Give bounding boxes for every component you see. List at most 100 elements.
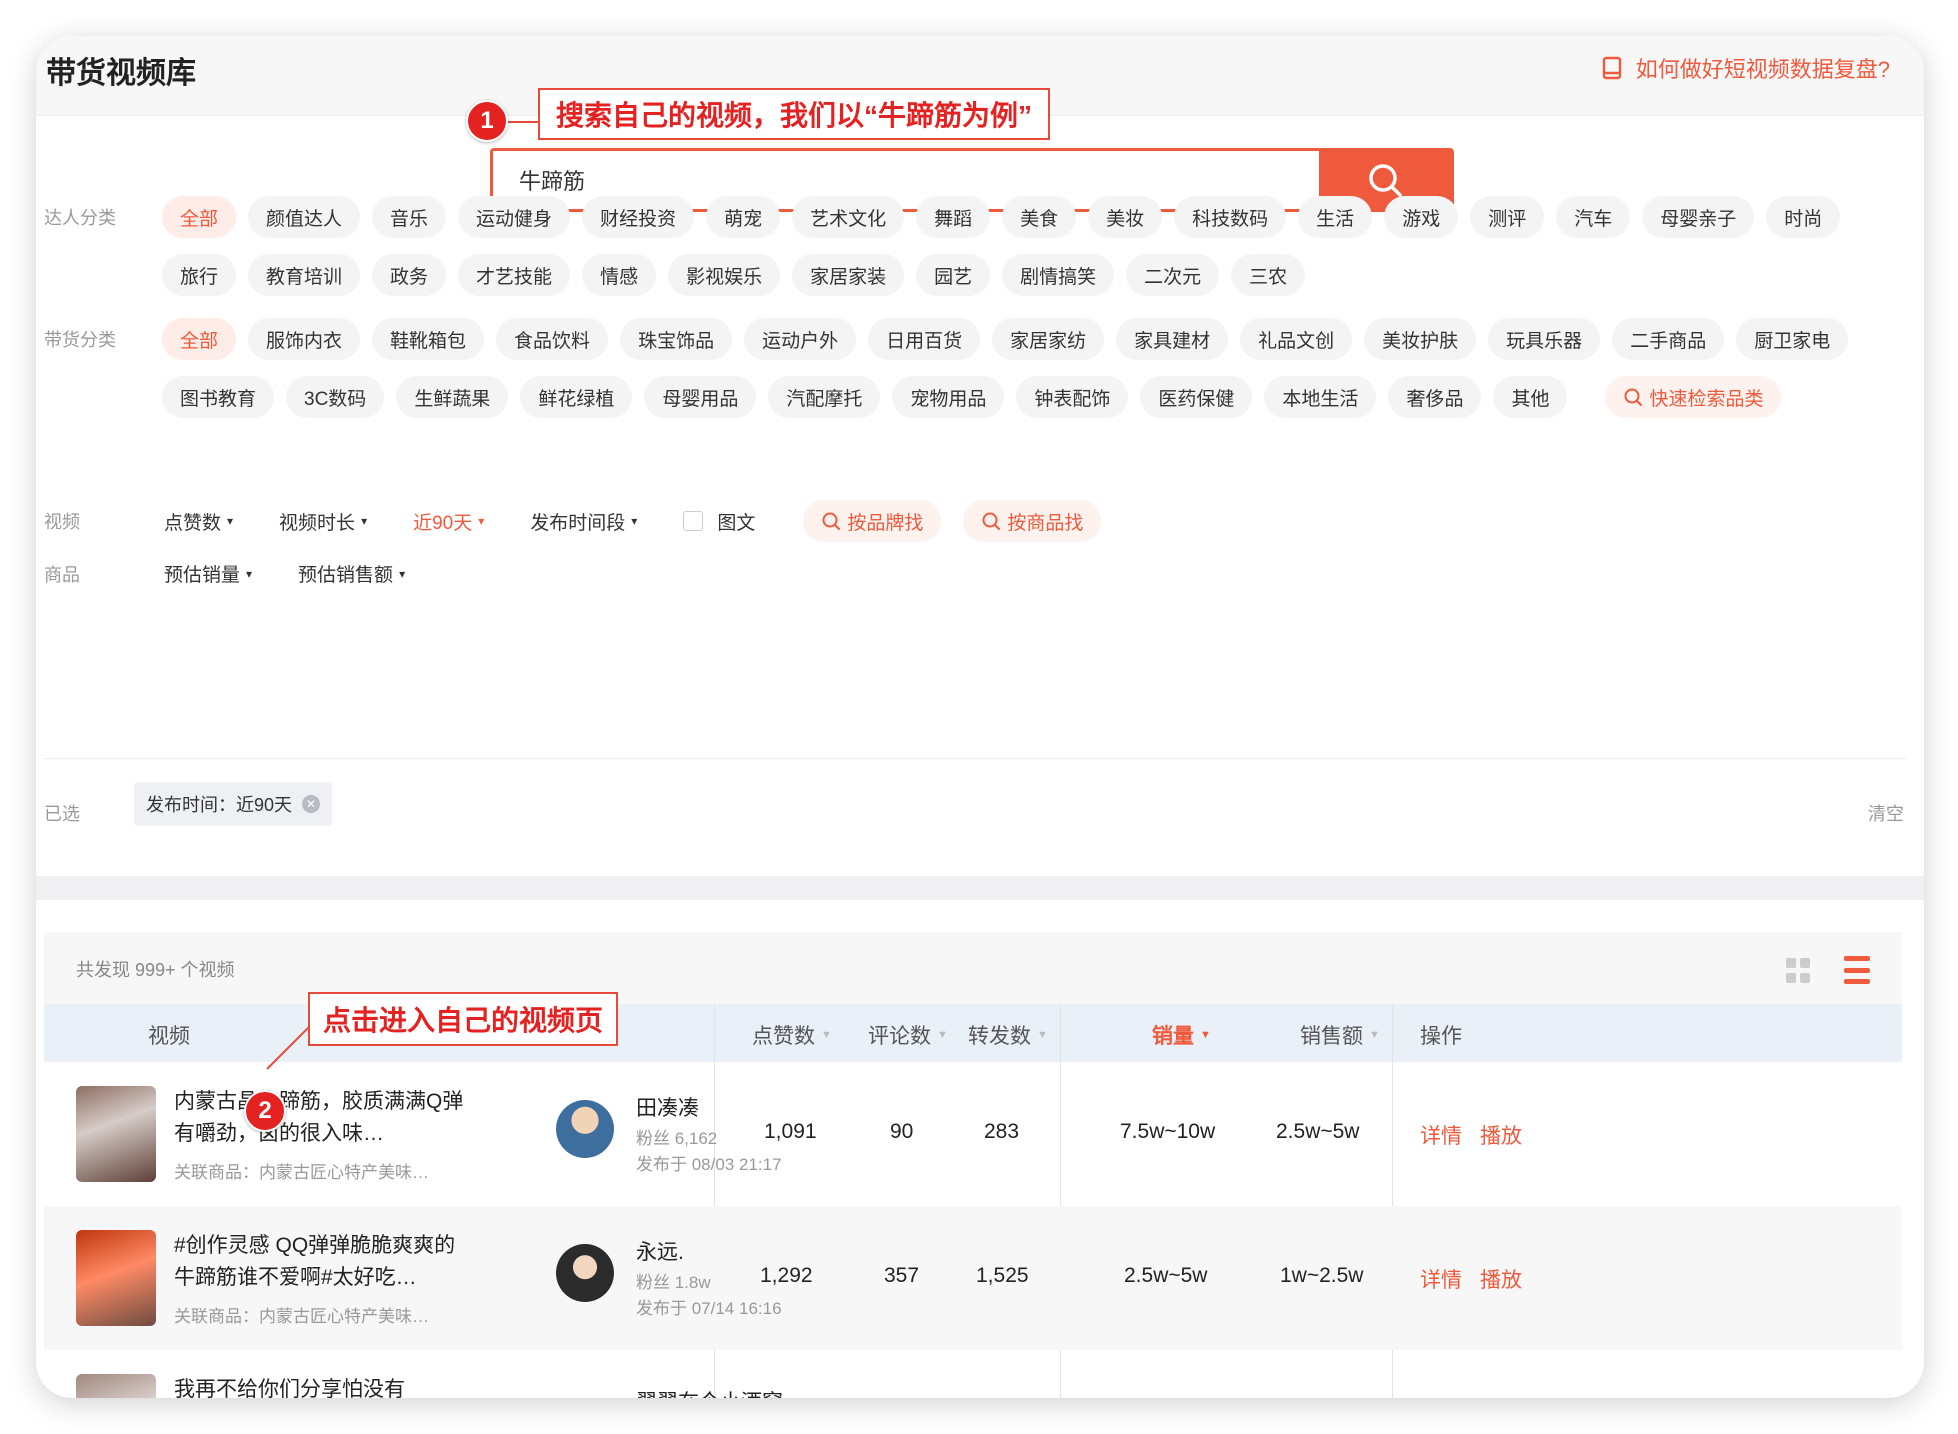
video-title[interactable]: #创作灵感 QQ弹弹脆脆爽爽的牛蹄筋谁不爱啊#太好吃… [174, 1230, 464, 1294]
goods-category-chip[interactable]: 鞋靴箱包 [372, 318, 485, 360]
grid-view-icon[interactable] [1786, 958, 1812, 984]
creator-category-chip[interactable]: 三农 [1231, 254, 1306, 296]
avatar[interactable] [556, 1244, 614, 1302]
goods-category-chip[interactable]: 家具建材 [1116, 318, 1229, 360]
goods-category-chip[interactable]: 玩具乐器 [1488, 318, 1601, 360]
goods-category-chip[interactable]: 服饰内衣 [248, 318, 361, 360]
creator-category-chip[interactable]: 汽车 [1556, 196, 1631, 238]
column-header-revenue[interactable]: 销售额 ▼ [1300, 1020, 1380, 1050]
creator-category-chip[interactable]: 母婴亲子 [1642, 196, 1755, 238]
image-text-checkbox[interactable] [683, 511, 704, 531]
creator-category-chip[interactable]: 时尚 [1766, 196, 1841, 238]
creator-category-chip[interactable]: 美食 [1002, 196, 1077, 238]
clear-filters-button[interactable]: 清空 [1868, 800, 1904, 826]
goods-category-chip[interactable]: 图书教育 [162, 376, 275, 418]
video-thumbnail[interactable] [76, 1374, 156, 1398]
column-header-shares[interactable]: 转发数 ▼ [968, 1020, 1048, 1050]
creator-category-chip[interactable]: 萌宠 [706, 196, 781, 238]
column-header-label: 转发数 [968, 1025, 1031, 1048]
publish-slot-dropdown[interactable]: 发布时间段 ▾ [530, 508, 637, 535]
period-dropdown[interactable]: 近90天 ▾ [413, 508, 484, 535]
remove-filter-icon[interactable]: ✕ [302, 795, 321, 813]
goods-category-chip[interactable]: 宠物用品 [892, 376, 1005, 418]
creator-category-chip[interactable]: 家居家装 [792, 254, 905, 296]
creator-category-chip[interactable]: 财经投资 [582, 196, 695, 238]
goods-category-chip[interactable]: 本地生活 [1264, 376, 1377, 418]
creator-category-chip[interactable]: 旅行 [162, 254, 237, 296]
creator-category-chip[interactable]: 园艺 [916, 254, 991, 296]
creator-category-chip[interactable]: 科技数码 [1174, 196, 1287, 238]
est-sales-dropdown[interactable]: 预估销量 ▾ [164, 560, 252, 587]
goods-category-chip[interactable]: 美妆护肤 [1364, 318, 1477, 360]
duration-dropdown[interactable]: 视频时长 ▾ [279, 508, 367, 535]
creator-category-chip[interactable]: 舞蹈 [916, 196, 991, 238]
creator-name[interactable]: 永远. [636, 1236, 684, 1266]
book-icon [1602, 56, 1621, 80]
quick-category-search-label: 快速检索品类 [1649, 388, 1764, 410]
creator-name[interactable]: 田凑凑 [636, 1092, 699, 1122]
column-header-sales[interactable]: 销量 ▼ [1152, 1020, 1211, 1050]
goods-category-chip[interactable]: 珠宝饰品 [620, 318, 733, 360]
goods-category-chip[interactable]: 二手商品 [1612, 318, 1725, 360]
creator-category-chip[interactable]: 影视娱乐 [668, 254, 781, 296]
chevron-down-icon: ▾ [227, 514, 234, 528]
search-by-brand-button[interactable]: 按品牌找 [803, 500, 942, 542]
creator-category-chip[interactable]: 美妆 [1088, 196, 1163, 238]
goods-category-chip[interactable]: 食品饮料 [496, 318, 609, 360]
likes-dropdown[interactable]: 点赞数 ▾ [164, 508, 233, 535]
goods-category-chip[interactable]: 3C数码 [286, 376, 385, 418]
annotation-step-badge: 1 [466, 100, 508, 142]
quick-category-search-button[interactable]: 快速检索品类 [1605, 376, 1782, 418]
goods-category-chip[interactable]: 其他 [1493, 376, 1568, 418]
creator-category-chip[interactable]: 音乐 [372, 196, 447, 238]
table-row[interactable]: 我再不给你们分享怕没有 翠翠在个小酒窝 [44, 1350, 1902, 1398]
creator-category-chip[interactable]: 颜值达人 [248, 196, 361, 238]
related-goods: 关联商品：内蒙古匠心特产美味… [174, 1307, 429, 1326]
goods-category-chip[interactable]: 母婴用品 [644, 376, 757, 418]
detail-link[interactable]: 详情 [1420, 1120, 1462, 1150]
list-view-icon[interactable] [1844, 956, 1870, 984]
goods-category-chip[interactable]: 生鲜蔬果 [396, 376, 509, 418]
goods-category-chip[interactable]: 运动户外 [744, 318, 857, 360]
creator-category-chip[interactable]: 游戏 [1384, 196, 1459, 238]
detail-link[interactable]: 详情 [1420, 1264, 1462, 1294]
video-title[interactable]: 内蒙古晶牛蹄筋，胶质满满Q弹有嚼劲，卤的很入味… [174, 1086, 464, 1150]
est-revenue-dropdown[interactable]: 预估销售额 ▾ [298, 560, 405, 587]
goods-category-chip[interactable]: 鲜花绿植 [520, 376, 633, 418]
creator-category-chip[interactable]: 二次元 [1126, 254, 1220, 296]
creator-category-chip[interactable]: 剧情搞笑 [1002, 254, 1115, 296]
goods-category-chip[interactable]: 全部 [162, 318, 237, 360]
play-link[interactable]: 播放 [1480, 1120, 1522, 1150]
goods-category-chip[interactable]: 礼品文创 [1240, 318, 1353, 360]
creator-category-chip[interactable]: 运动健身 [458, 196, 571, 238]
creator-category-chip[interactable]: 测评 [1470, 196, 1545, 238]
goods-category-chip[interactable]: 汽配摩托 [768, 376, 881, 418]
avatar[interactable] [556, 1100, 614, 1158]
creator-name[interactable]: 翠翠在个小酒窝 [636, 1386, 783, 1398]
goods-category-chip[interactable]: 奢侈品 [1388, 376, 1482, 418]
table-row[interactable]: 内蒙古晶牛蹄筋，胶质满满Q弹有嚼劲，卤的很入味… 关联商品：内蒙古匠心特产美味…… [44, 1062, 1902, 1206]
goods-category-chip[interactable]: 医药保健 [1140, 376, 1253, 418]
creator-category-chip[interactable]: 情感 [582, 254, 657, 296]
video-thumbnail[interactable] [76, 1086, 156, 1182]
help-link[interactable]: 如何做好短视频数据复盘? [1602, 52, 1890, 84]
creator-category-chip[interactable]: 才艺技能 [458, 254, 571, 296]
creator-category-chip[interactable]: 政务 [372, 254, 447, 296]
video-thumbnail[interactable] [76, 1230, 156, 1326]
goods-category-chip[interactable]: 家居家纺 [992, 318, 1105, 360]
creator-category-chip[interactable]: 艺术文化 [792, 196, 905, 238]
table-row[interactable]: #创作灵感 QQ弹弹脆脆爽爽的牛蹄筋谁不爱啊#太好吃… 关联商品：内蒙古匠心特产… [44, 1206, 1902, 1350]
creator-category-chip[interactable]: 生活 [1298, 196, 1373, 238]
column-header-label: 销售额 [1300, 1025, 1363, 1048]
video-title[interactable]: 我再不给你们分享怕没有 [174, 1374, 464, 1398]
goods-category-chip[interactable]: 钟表配饰 [1016, 376, 1129, 418]
creator-category-chip[interactable]: 教育培训 [248, 254, 361, 296]
column-header-likes[interactable]: 点赞数 ▼ [752, 1020, 832, 1050]
search-by-product-button[interactable]: 按商品找 [963, 500, 1102, 542]
column-header-comments[interactable]: 评论数 ▼ [868, 1020, 948, 1050]
column-header-actions: 操作 [1420, 1020, 1462, 1050]
goods-category-chip[interactable]: 厨卫家电 [1736, 318, 1849, 360]
play-link[interactable]: 播放 [1480, 1264, 1522, 1294]
goods-category-chip[interactable]: 日用百货 [868, 318, 981, 360]
creator-category-chip[interactable]: 全部 [162, 196, 237, 238]
